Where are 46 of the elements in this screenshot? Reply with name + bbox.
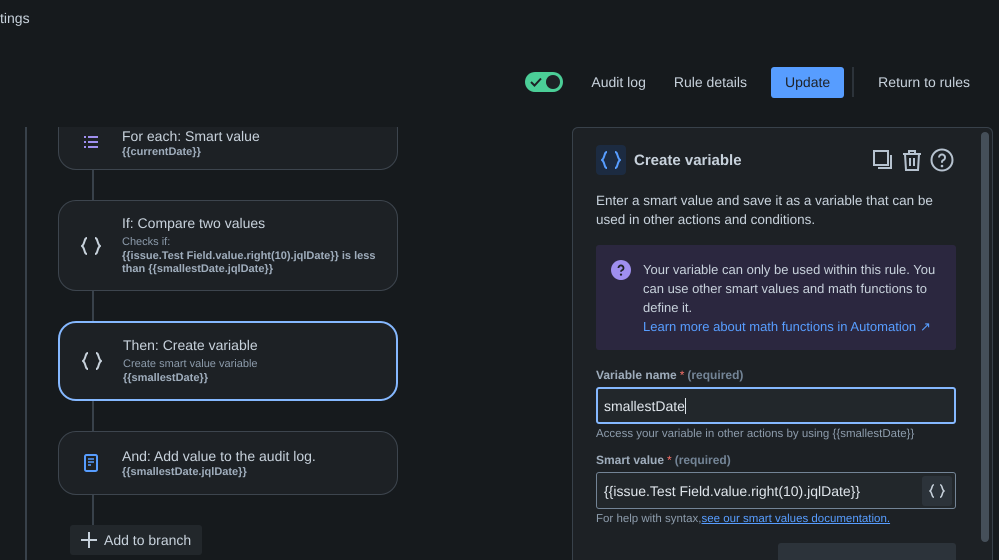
question-icon (611, 260, 631, 280)
required-asterisk: * (667, 453, 672, 467)
breadcrumb-text: tings (0, 9, 31, 28)
toggle-switch[interactable] (525, 72, 564, 92)
return-link[interactable]: Return to rules (866, 68, 982, 96)
step-title: For each: Smart value (122, 128, 260, 144)
trash-icon[interactable] (902, 149, 922, 171)
learn-more-link[interactable]: Learn more about math functions in Automation ↗ (643, 319, 931, 334)
step-detail: {{currentDate}} (122, 146, 202, 159)
step-subtitle: Checks if: (122, 236, 172, 248)
documentation-link[interactable]: see our smart values documentation. (701, 513, 890, 525)
header-link[interactable]: Rule details (662, 68, 760, 96)
required-asterisk: * (680, 368, 684, 382)
step-card[interactable]: For each: Smart value {{currentDate}} (58, 127, 398, 170)
plus-icon (80, 531, 98, 549)
step-title: Then: Create variable (123, 337, 258, 353)
required-hint: (required) (674, 453, 731, 467)
input-field[interactable]: {{issue.Test Field.value.right(10).jqlDate}} (596, 472, 956, 509)
required-hint: (required) (687, 368, 744, 382)
header-link[interactable]: Audit log (579, 68, 658, 96)
braces-icon (929, 484, 945, 498)
field-help: For help with syntax,see our smart values documentation. (596, 513, 892, 525)
field-label: Smart value (596, 453, 664, 467)
braces-icon (596, 145, 626, 175)
step-subtitle: Create smart value variable (123, 358, 258, 370)
panel-description: Enter a smart value and save it as a variable that can be used in other actions and conditions. (596, 192, 934, 229)
step-detail: {{smallestDate}} (123, 372, 209, 385)
input-field[interactable]: smallestDate (596, 387, 956, 424)
field-label: Variable name (596, 368, 677, 382)
help-icon[interactable] (930, 148, 954, 172)
smart-value-button[interactable] (922, 476, 952, 506)
check-icon (530, 77, 542, 87)
step-detail: {{issue.Test Field.value.right(10).jqlDate}} is less than {{smallestDate.jqlDate}} (122, 250, 376, 276)
step-card[interactable]: And: Add value to the audit log. {{smallestDate.jqlDate}} (58, 431, 398, 495)
step-card[interactable]: If: Compare two values Checks if: {{issue.Test Field.value.right(10).jqlDate}} is less than {{smallestDate.jqlDate}} (58, 200, 398, 291)
copy-icon[interactable] (872, 149, 894, 171)
step-title: And: Add value to the audit log. (122, 448, 316, 464)
field-help: Access your variable in other actions by using {{smallestDate}} (596, 428, 916, 440)
step-card[interactable]: Then: Create variable Create smart value variable {{smallestDate}} (58, 321, 398, 401)
info-text: Your variable can only be used within this rule. You can use other smart values and math functions to define it. Learn more about math functions in Automation ↗ (643, 261, 936, 336)
scrollbar-thumb[interactable] (981, 132, 989, 542)
add-to-branch-button[interactable]: Add to branch (70, 525, 202, 555)
step-detail: {{smallestDate.jqlDate}} (122, 466, 248, 478)
step-title: If: Compare two values (122, 215, 266, 231)
update-button[interactable]: Update (771, 66, 844, 98)
panel-title: Create variable (634, 152, 743, 168)
